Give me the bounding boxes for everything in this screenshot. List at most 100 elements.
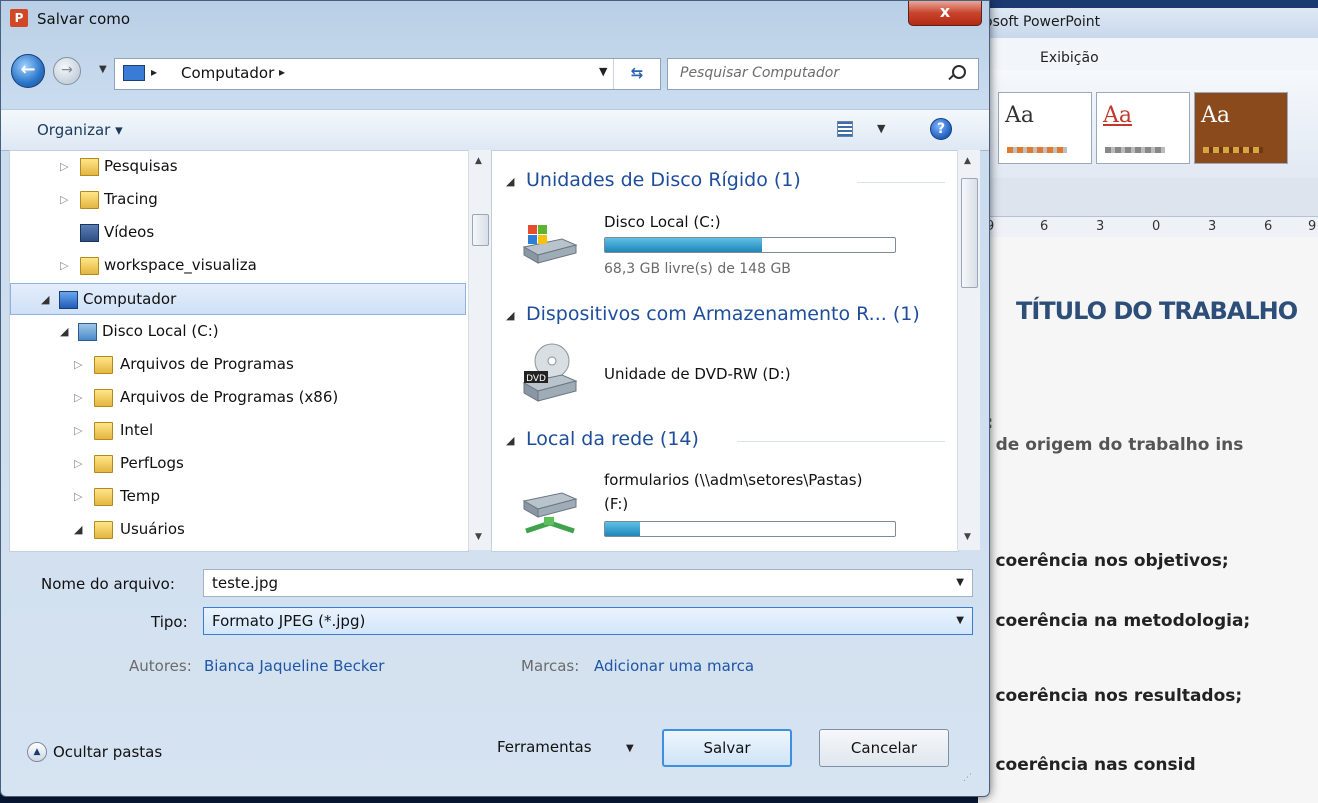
collapse-group-icon[interactable]: ◢ [506,434,514,447]
type-value: Formato JPEG (*.jpg) [212,612,366,630]
back-arrow-icon[interactable]: ← [11,54,45,88]
tree-item-intel[interactable]: ▷ Intel [10,415,466,447]
tree-item-usuarios[interactable]: ◢ Usuários [10,514,466,546]
theme-swatch [1105,147,1165,153]
tree-item-label: Disco Local (C:) [102,322,219,340]
type-label: Tipo: [151,613,188,631]
tree-item-tracing[interactable]: ▷ Tracing [10,184,466,216]
tree-item-label: Arquivos de Programas [120,355,294,373]
powerpoint-titlebar: osoft PowerPoint [978,8,1318,38]
breadcrumb-computer[interactable]: Computador [181,64,274,82]
tree-item-workspace[interactable]: ▷ workspace_visualiza [10,250,466,282]
breadcrumb-separator-icon[interactable]: ▸ [151,65,157,79]
tools-menu-button[interactable]: Ferramentas [497,738,592,756]
group-title: Local da rede (14) [526,428,699,450]
navigation-scrollbar[interactable]: ▲ ▼ [468,150,491,550]
tree-item-arquivos-de-programas-x86[interactable]: ▷ Arquivos de Programas (x86) [10,382,466,414]
content-scrollbar[interactable]: ▲ ▼ [957,150,980,550]
collapse-up-icon[interactable]: ▲ [27,742,47,762]
expand-icon[interactable]: ▷ [60,193,68,206]
breadcrumb-separator-icon[interactable]: ▸ [279,65,285,79]
slide-bullet: e coerência nas consid [978,755,1196,775]
filename-dropdown-icon[interactable]: ▼ [956,577,964,588]
group-divider [857,182,945,183]
ribbon-tab-view[interactable]: Exibição [1040,50,1099,66]
expand-icon[interactable]: ▷ [74,490,82,503]
save-button[interactable]: Salvar [662,729,792,767]
tree-item-label: Arquivos de Programas (x86) [120,388,339,406]
ruler-number: 9 [1308,219,1317,234]
theme-swatch [1203,147,1263,153]
resize-grip-icon[interactable]: ⋰ [963,773,973,783]
collapse-icon[interactable]: ◢ [60,325,68,338]
collapse-group-icon[interactable]: ◢ [506,309,514,322]
refresh-icon[interactable]: ⇆ [613,59,660,89]
dialog-title: Salvar como [37,10,131,28]
expand-icon[interactable]: ▷ [74,424,82,437]
hide-folders-button[interactable]: Ocultar pastas [53,743,162,761]
filename-input[interactable]: teste.jpg ▼ [203,569,973,597]
tree-item-computador[interactable]: ◢ Computador [10,283,466,315]
tools-dropdown-icon[interactable]: ▼ [626,743,634,754]
group-header-removable[interactable]: ◢ Dispositivos com Armazenamento R... (1… [506,303,920,325]
tree-item-videos[interactable]: Vídeos [10,217,466,249]
view-options-icon[interactable] [837,121,853,137]
scrollbar-thumb[interactable] [961,178,978,288]
collapse-icon[interactable]: ◢ [41,293,49,306]
navigation-pane[interactable]: ▷ Pesquisas ▷ Tracing Vídeos ▷ workspace… [9,150,469,552]
drive-name[interactable]: Unidade de DVD-RW (D:) [604,365,791,383]
expand-icon[interactable]: ▷ [60,259,68,272]
address-dropdown-icon[interactable]: ▼ [599,65,607,78]
authors-link[interactable]: Bianca Jaqueline Becker [204,657,384,675]
tree-item-disco-local[interactable]: ◢ Disco Local (C:) [10,316,466,348]
expand-icon[interactable]: ▷ [74,457,82,470]
dvd-label: DVD [526,374,546,384]
scroll-down-icon[interactable]: ▼ [964,532,971,542]
recent-locations-dropdown-icon[interactable]: ▼ [99,64,107,75]
drive-name[interactable]: Disco Local (C:) [604,213,721,231]
search-input[interactable]: Pesquisar Computador [667,58,979,90]
tree-item-arquivos-de-programas[interactable]: ▷ Arquivos de Programas [10,349,466,381]
type-dropdown-icon[interactable]: ▼ [956,615,964,626]
cancel-button[interactable]: Cancelar [819,729,949,767]
ribbon-tabs: o Exibição [978,38,1318,70]
close-button[interactable]: x [908,1,982,26]
expand-icon[interactable]: ▷ [74,358,82,371]
folder-icon [94,521,113,539]
filename-label: Nome do arquivo: [41,575,175,593]
organize-menu-button[interactable]: Organizar ▾ [37,121,123,139]
network-drive-icon [522,492,578,534]
group-header-network[interactable]: ◢ Local da rede (14) [506,428,699,450]
tree-item-pesquisas[interactable]: ▷ Pesquisas [10,151,466,183]
ruler-number: 6 [1264,219,1273,234]
drive-name[interactable]: formularios (\\adm\setores\Pastas) [604,471,862,489]
theme-thumbnail[interactable]: Aa [998,92,1092,164]
group-header-hard-disks[interactable]: ◢ Unidades de Disco Rígido (1) [506,169,801,191]
content-pane[interactable]: ◢ Unidades de Disco Rígido (1) Disco Loc… [491,150,959,552]
folder-icon [94,356,113,374]
tree-item-temp[interactable]: ▷ Temp [10,481,466,513]
add-tag-link[interactable]: Adicionar uma marca [594,657,754,675]
tree-item-perflogs[interactable]: ▷ PerfLogs [10,448,466,480]
theme-thumbnail[interactable]: Aa [1194,92,1288,164]
expand-icon[interactable]: ▷ [74,391,82,404]
slide-canvas[interactable]: TÍTULO DO TRABALHO r: o de origem do tra… [978,237,1318,803]
scroll-up-icon[interactable]: ▲ [964,156,971,166]
dialog-titlebar[interactable]: P Salvar como x [1,1,989,39]
scroll-up-icon[interactable]: ▲ [475,156,482,166]
type-select[interactable]: Formato JPEG (*.jpg) ▼ [203,607,973,635]
collapse-icon[interactable]: ◢ [74,523,82,536]
address-bar[interactable]: ▸ Computador ▸ ▼ ⇆ [114,58,661,90]
expand-icon[interactable]: ▷ [60,160,68,173]
slide-text: o de origem do trabalho ins [978,435,1244,455]
help-icon[interactable]: ? [930,118,952,140]
forward-arrow-icon[interactable]: → [53,57,81,85]
search-icon[interactable] [952,65,966,79]
scroll-down-icon[interactable]: ▼ [475,532,482,542]
theme-thumbnail[interactable]: Aa [1096,92,1190,164]
folder-icon [94,422,113,440]
collapse-group-icon[interactable]: ◢ [506,175,514,188]
slide-bullet: e coerência nos resultados; [978,686,1243,706]
view-dropdown-icon[interactable]: ▼ [877,122,885,135]
scrollbar-thumb[interactable] [472,214,489,246]
